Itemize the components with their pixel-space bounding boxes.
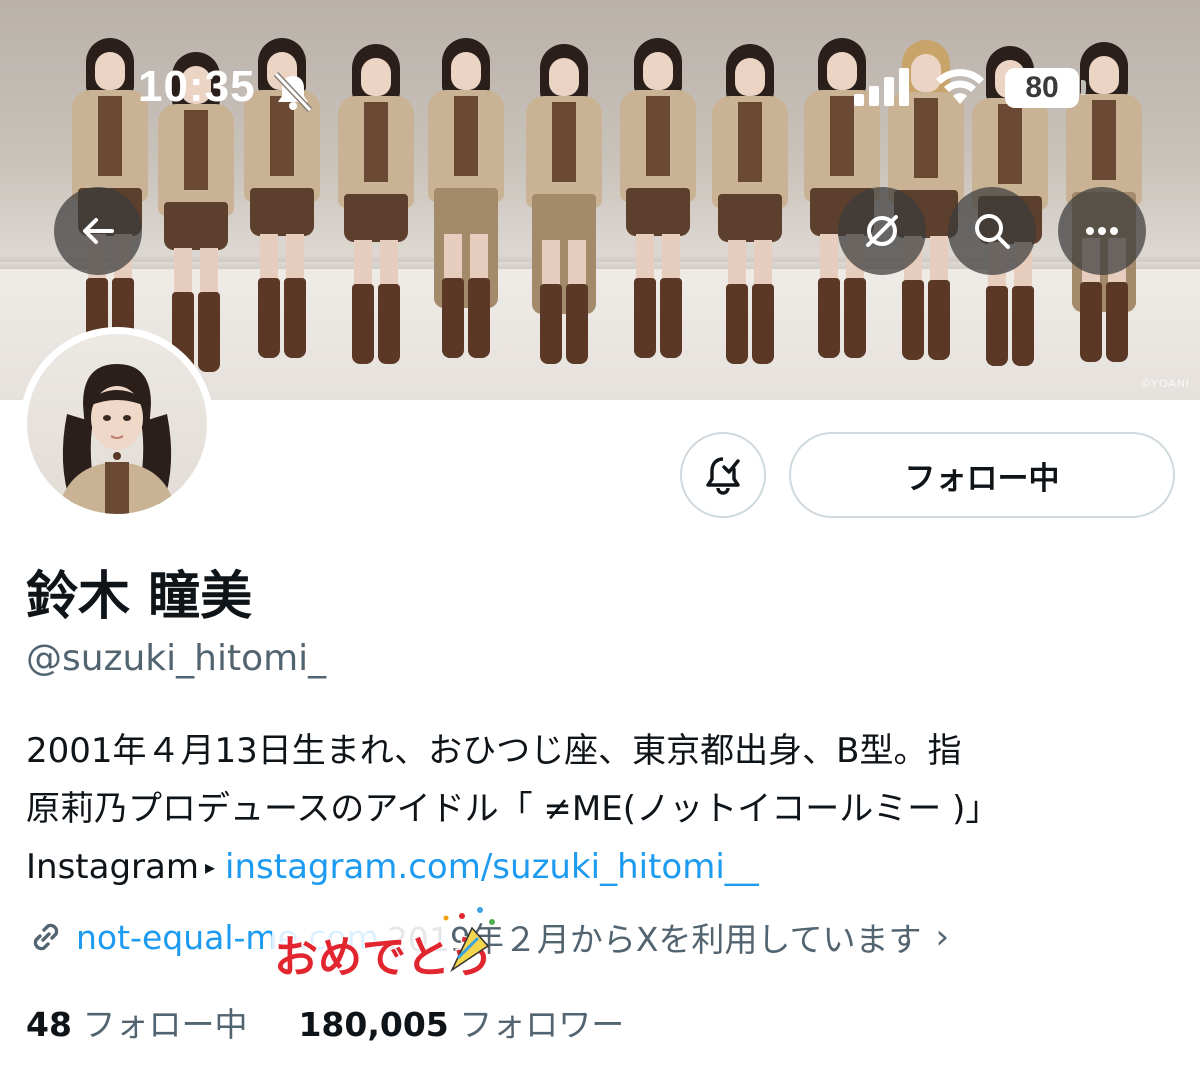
search-button[interactable] [948, 187, 1036, 275]
followers-count: 180,005 [298, 1005, 449, 1044]
avatar[interactable] [27, 334, 207, 514]
following-count-link[interactable]: 48 フォロー中 [26, 1005, 247, 1044]
following-label: フォロー中 [82, 1005, 248, 1044]
instagram-label: Instagram [26, 847, 199, 887]
instagram-link[interactable]: instagram.com/suzuki_hitomi__ [225, 847, 759, 887]
follow-counts: 48 フォロー中 180,005 フォロワー [26, 998, 624, 1046]
battery-indicator: 80 [1005, 68, 1079, 108]
chevron-right-icon[interactable]: › [935, 917, 949, 957]
bell-slash-icon [273, 72, 313, 112]
notification-bell-button[interactable] [680, 432, 766, 518]
avatar-portrait [57, 364, 177, 514]
following-button[interactable]: フォロー中 [789, 432, 1175, 518]
banner-person [612, 38, 704, 358]
username-handle: @suzuki_hitomi_ [26, 638, 327, 679]
banner-credit: ©YOANI [1141, 378, 1190, 390]
bio-line: Instagram ▸ instagram.com/suzuki_hitomi__ [26, 838, 1186, 896]
play-arrow-icon: ▸ [204, 855, 216, 879]
cellular-signal-icon [854, 68, 909, 106]
bio-line: 原莉乃プロデュースのアイドル「 ≠ME(ノットイコールミー )」 [26, 789, 1000, 829]
bio-line: 2001年４月13日生まれ、おひつじ座、東京都出身、B型。指 [26, 731, 962, 771]
back-arrow-icon [83, 218, 114, 244]
followers-label: フォロワー [459, 1005, 625, 1044]
back-button[interactable] [54, 187, 142, 275]
search-icon [975, 214, 1010, 249]
profile-bio: 2001年４月13日生まれ、おひつじ座、東京都出身、B型。指 原莉乃プロデュース… [26, 722, 1186, 896]
more-icon [1086, 227, 1118, 235]
wifi-icon [936, 69, 984, 104]
grok-icon [866, 215, 898, 247]
grok-button[interactable] [838, 187, 926, 275]
banner-person [518, 44, 610, 364]
bell-check-icon [706, 457, 740, 495]
status-time: 10:35 [138, 62, 256, 111]
banner-person [704, 44, 796, 364]
link-icon [33, 923, 59, 951]
following-count: 48 [26, 1005, 72, 1044]
banner-person [420, 38, 512, 358]
celebration-sticker: おめでとう [272, 907, 495, 984]
battery-tip [1081, 80, 1086, 95]
followers-count-link[interactable]: 180,005 フォロワー [298, 1005, 624, 1044]
more-button[interactable] [1058, 187, 1146, 275]
display-name: 鈴木 瞳美 [26, 567, 253, 627]
banner-person [330, 44, 422, 364]
profile-meta-row: not-equal-me.com 2019年２月からXを利用しています › [26, 914, 1186, 960]
battery-level: 80 [1025, 71, 1059, 104]
